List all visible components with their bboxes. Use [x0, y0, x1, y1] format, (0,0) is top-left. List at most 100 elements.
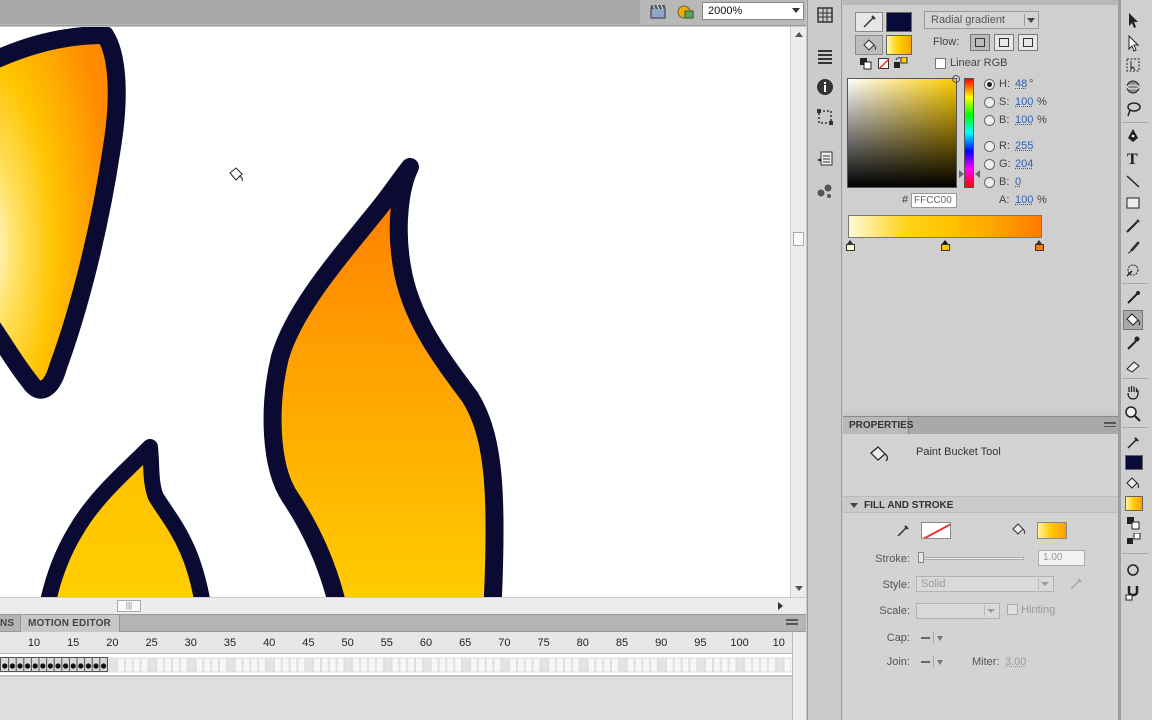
zoom-tool-icon[interactable] — [1123, 404, 1143, 424]
blue-label: B: — [999, 176, 1010, 188]
scroll-thumb-horizontal[interactable]: ||| — [117, 600, 141, 612]
tab-properties[interactable]: PROPERTIES — [843, 417, 913, 434]
hinting-checkbox[interactable] — [1007, 604, 1018, 615]
cap-select[interactable] — [921, 632, 951, 644]
collapse-twisty-icon[interactable] — [850, 503, 858, 508]
stroke-color-tool-icon[interactable] — [1123, 433, 1143, 453]
linear-rgb-checkbox[interactable] — [935, 58, 946, 69]
color-type-select[interactable]: Radial gradient — [924, 11, 1039, 29]
style-select[interactable]: Solid — [916, 576, 1054, 592]
flow-reflect-button[interactable] — [994, 34, 1014, 51]
subselection-tool-icon[interactable] — [1123, 33, 1143, 53]
pencil-tool-icon[interactable] — [1123, 216, 1143, 236]
stroke-color-button[interactable] — [855, 12, 883, 32]
timeline-frame-ruler[interactable]: 10 15 20 25 30 35 40 45 50 55 60 65 70 75 80 85 90 95 100 1… — [0, 632, 792, 654]
black-white-icon[interactable] — [1127, 517, 1141, 530]
alpha-value[interactable]: 100 — [1015, 194, 1033, 206]
object-drawing-icon[interactable] — [1123, 560, 1143, 580]
scale-select[interactable] — [916, 603, 1000, 619]
join-select[interactable] — [921, 656, 951, 668]
deco-tool-icon[interactable] — [1123, 260, 1143, 280]
g-value[interactable]: 204 — [1015, 158, 1033, 170]
bone-tool-icon[interactable] — [1123, 288, 1143, 308]
scroll-thumb[interactable] — [793, 232, 804, 246]
fill-color-tool-icon[interactable] — [1123, 473, 1143, 493]
tab-motion-editor[interactable]: MOTION EDITOR — [20, 615, 120, 632]
blue-value[interactable]: 0 — [1015, 176, 1021, 188]
brush-tool-icon[interactable] — [1123, 238, 1143, 258]
r-radio[interactable] — [984, 141, 995, 152]
library-panel-icon[interactable] — [815, 47, 835, 67]
stroke-color-chip[interactable] — [1125, 455, 1143, 470]
s-value[interactable]: 100 — [1015, 96, 1033, 108]
flow-repeat-button[interactable] — [1018, 34, 1038, 51]
hue-slider[interactable] — [964, 78, 974, 188]
gradient-stop-1[interactable] — [846, 240, 855, 251]
zoom-select[interactable]: 2000% — [702, 2, 804, 20]
rectangle-tool-icon[interactable] — [1123, 193, 1143, 213]
swap-colors-icon[interactable] — [894, 56, 908, 70]
hex-color-input[interactable]: FFCC00 — [911, 193, 957, 208]
hue-slider-marker[interactable] — [959, 170, 964, 178]
flow-extend-button[interactable] — [970, 34, 990, 51]
h-radio[interactable] — [984, 79, 995, 90]
stroke-width-input[interactable]: 1.00 — [1038, 550, 1085, 566]
edit-stroke-style-icon[interactable] — [1068, 577, 1084, 591]
b-value[interactable]: 100 — [1015, 114, 1033, 126]
miter-value[interactable]: 3.00 — [1005, 656, 1026, 668]
stage-vertical-scrollbar[interactable] — [790, 27, 806, 597]
panel-menu-icon[interactable] — [1104, 422, 1116, 430]
scroll-up-icon[interactable] — [795, 32, 803, 37]
edit-symbols-icon[interactable] — [676, 3, 696, 21]
edit-scene-icon[interactable] — [649, 3, 669, 21]
tab-timeline[interactable]: NS — [0, 615, 18, 632]
lasso-tool-icon[interactable] — [1123, 99, 1143, 119]
pen-tool-icon[interactable] — [1123, 126, 1143, 146]
r-value[interactable]: 255 — [1015, 140, 1033, 152]
h-value[interactable]: 48 — [1015, 78, 1027, 90]
history-panel-icon[interactable] — [815, 150, 835, 170]
g-radio[interactable] — [984, 159, 995, 170]
text-tool-icon[interactable]: T — [1123, 148, 1143, 168]
paint-bucket-tool-icon[interactable] — [1123, 310, 1143, 330]
panel-menu-icon[interactable] — [786, 619, 798, 629]
keyframe-span[interactable] — [0, 657, 108, 672]
b-radio[interactable] — [984, 115, 995, 126]
stroke-slider[interactable] — [920, 557, 1024, 560]
stage-canvas[interactable] — [0, 27, 790, 597]
gradient-definition-bar[interactable] — [848, 215, 1042, 238]
stroke-slider-thumb[interactable] — [918, 552, 924, 563]
line-tool-icon[interactable] — [1123, 171, 1143, 191]
scroll-right-icon[interactable] — [778, 602, 783, 610]
gradient-stop-3[interactable] — [1035, 240, 1044, 251]
snap-to-objects-icon[interactable] — [1123, 582, 1143, 602]
eyedropper-tool-icon[interactable] — [1123, 333, 1143, 353]
default-colors-icon[interactable] — [860, 58, 872, 70]
gradient-stop-2[interactable] — [941, 240, 950, 251]
fill-color-swatch-properties[interactable] — [1037, 522, 1067, 539]
stroke-color-swatch-properties[interactable] — [921, 522, 951, 539]
swap-colors-tool-icon[interactable] — [1127, 532, 1141, 546]
timeline-scrollbar[interactable] — [792, 632, 806, 720]
components-panel-icon[interactable] — [815, 180, 835, 200]
3d-rotation-tool-icon[interactable] — [1123, 77, 1143, 97]
selection-tool-icon[interactable] — [1123, 10, 1143, 30]
hand-tool-icon[interactable] — [1123, 382, 1143, 402]
eraser-tool-icon[interactable] — [1123, 356, 1143, 376]
align-panel-icon[interactable] — [815, 5, 835, 25]
transform-panel-icon[interactable] — [815, 107, 835, 127]
free-transform-tool-icon[interactable] — [1123, 55, 1143, 75]
scroll-down-icon[interactable] — [795, 586, 803, 591]
color-picker-cursor[interactable] — [952, 75, 960, 83]
info-panel-icon[interactable] — [815, 77, 835, 97]
fill-color-swatch[interactable] — [886, 35, 912, 55]
fill-color-button[interactable] — [855, 35, 883, 55]
blue-radio[interactable] — [984, 177, 995, 188]
no-color-icon[interactable] — [878, 58, 890, 70]
fill-color-chip[interactable] — [1125, 496, 1143, 511]
s-radio[interactable] — [984, 97, 995, 108]
color-saturation-field[interactable] — [847, 75, 960, 188]
stage-horizontal-scrollbar[interactable]: ||| — [0, 597, 806, 614]
stroke-color-swatch[interactable] — [886, 12, 912, 32]
timeline-layer-frames[interactable] — [0, 654, 792, 676]
